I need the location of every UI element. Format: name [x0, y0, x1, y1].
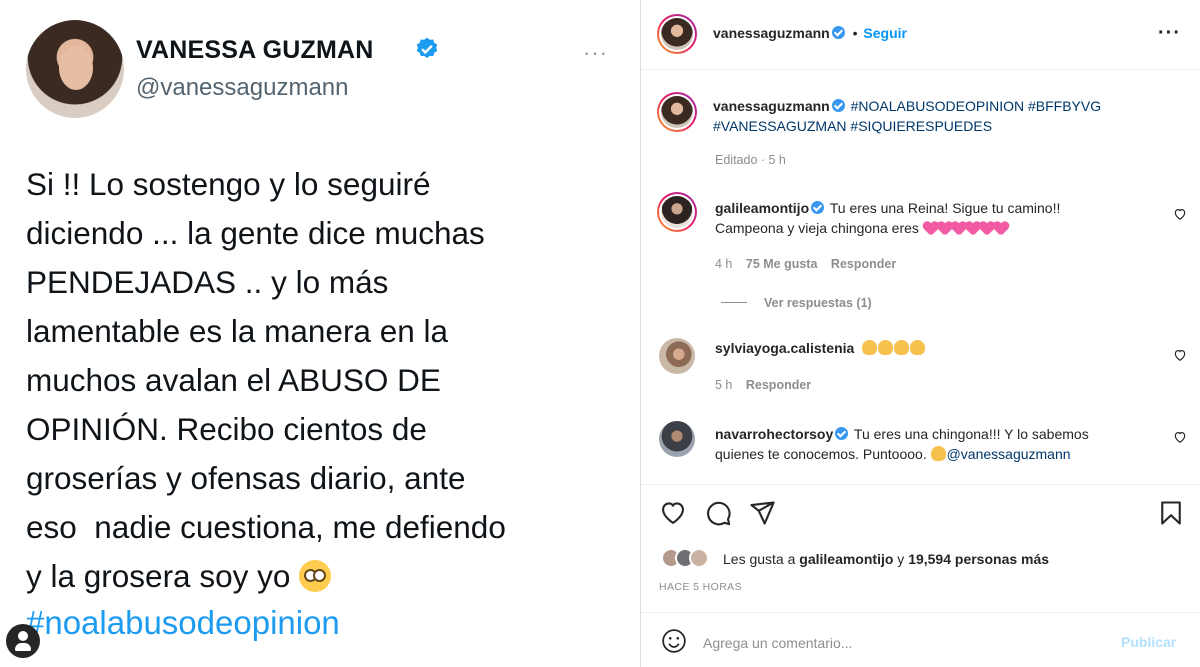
more-options-icon[interactable]: ···: [583, 40, 608, 66]
view-replies-button[interactable]: Ver respuestas (1): [764, 296, 872, 310]
comment-username[interactable]: sylviayoga.calistenia: [715, 340, 854, 356]
post-caption: vanessaguzmann #NOALABUSODEOPINION #BFFB…: [713, 96, 1153, 136]
comment-text-line1: Tu eres una Reina! Sigue tu camino!!: [829, 200, 1061, 216]
post-author-avatar[interactable]: [657, 14, 697, 54]
publish-button[interactable]: Publicar: [1121, 634, 1176, 650]
pink-hearts-emoji-icon: [923, 221, 1007, 241]
header-separator-dot: •: [852, 25, 858, 41]
avatar-image: [661, 18, 693, 50]
actions-divider: [641, 484, 1200, 485]
comment-body: sylviayoga.calistenia: [715, 338, 926, 358]
comment-avatar[interactable]: [657, 192, 697, 232]
verified-icon: [416, 37, 438, 58]
share-paper-plane-icon[interactable]: [748, 499, 776, 527]
comment-time: 4 h: [715, 257, 733, 271]
comment-body: galileamontijo Tu eres una Reina! Sigue …: [715, 198, 1115, 241]
verified-icon: [835, 427, 849, 440]
likes-user-link[interactable]: galileamontijo: [799, 551, 893, 567]
comment-username[interactable]: navarrohectorsoy: [715, 426, 833, 442]
liker-avatar: [689, 548, 709, 568]
like-comment-heart-icon[interactable]: [1173, 348, 1187, 362]
save-bookmark-icon[interactable]: [1157, 499, 1185, 527]
tweet-text: Si !! Lo sostengo y lo seguiré diciendo …: [26, 160, 626, 601]
likes-prefix: Les gusta a: [723, 551, 796, 567]
likes-connector: y: [897, 551, 905, 567]
comment-mention-link[interactable]: @vanessaguzmann: [947, 446, 1071, 462]
comment-meta: 5 h Responder: [715, 378, 811, 392]
clapping-hands-emoji-icon: [862, 340, 926, 356]
liker-avatars[interactable]: [661, 548, 713, 570]
more-options-icon[interactable]: ···: [1158, 22, 1181, 45]
comment-text-line2: Campeona y vieja chingona eres: [715, 220, 919, 236]
comment-text-line2: quienes te conocemos. Puntoooo.: [715, 446, 927, 462]
comment-body: navarrohectorsoy Tu eres una chingona!!!…: [715, 424, 1155, 464]
caption-hashtags-line1[interactable]: #NOALABUSODEOPINION #BFFBYVG: [851, 98, 1102, 114]
verified-icon: [831, 26, 845, 39]
post-header: vanessaguzmann • Seguir: [713, 25, 907, 41]
caption-username[interactable]: vanessaguzmann: [713, 98, 830, 114]
likes-others-link[interactable]: 19,594 personas más: [908, 551, 1049, 567]
like-comment-heart-icon[interactable]: [1173, 207, 1187, 221]
caption-author-avatar[interactable]: [657, 92, 697, 132]
comment-bubble-icon[interactable]: [704, 499, 732, 527]
tweet-hashtag-link[interactable]: #noalabusodeopinion: [26, 604, 340, 642]
avatar-image: [661, 96, 693, 128]
tweet-author-avatar[interactable]: [26, 20, 124, 118]
emoji-picker-icon[interactable]: [661, 628, 687, 654]
avatar-image: [661, 196, 693, 228]
reply-button[interactable]: Responder: [831, 257, 896, 271]
user-profile-icon[interactable]: [6, 624, 40, 658]
verified-icon: [811, 201, 825, 214]
comment-username[interactable]: galileamontijo: [715, 200, 809, 216]
avatar-face: [59, 46, 93, 90]
eye-roll-emoji-icon: [299, 560, 332, 592]
post-timestamp: HACE 5 HORAS: [659, 581, 742, 593]
clapping-hands-emoji-icon: [930, 446, 946, 461]
comment-avatar[interactable]: [659, 338, 695, 374]
reply-button[interactable]: Responder: [746, 378, 811, 392]
tweet-body-text: Si !! Lo sostengo y lo seguiré diciendo …: [26, 166, 506, 594]
comment-like-count[interactable]: 75 Me gusta: [746, 257, 818, 271]
header-divider: [641, 69, 1200, 70]
tweet-author-handle[interactable]: @vanessaguzmann: [136, 74, 348, 102]
replies-line: [721, 302, 747, 303]
like-comment-heart-icon[interactable]: [1173, 430, 1187, 444]
add-comment-input[interactable]: [703, 632, 1083, 654]
tweet-card: VANESSA GUZMAN @vanessaguzmann ··· Si !!…: [0, 0, 640, 667]
likes-summary: Les gusta a galileamontijo y 19,594 pers…: [723, 549, 1049, 569]
post-author-username[interactable]: vanessaguzmann: [713, 25, 830, 41]
instagram-post-panel: vanessaguzmann • Seguir ··· vanessaguzma…: [640, 0, 1200, 667]
follow-button[interactable]: Seguir: [863, 25, 907, 41]
comment-time: 5 h: [715, 378, 733, 392]
caption-hashtags-line2[interactable]: #VANESSAGUZMAN #SIQUIERESPUEDES: [713, 118, 992, 134]
like-heart-icon[interactable]: [659, 499, 687, 527]
tweet-author-name[interactable]: VANESSA GUZMAN: [136, 36, 374, 65]
comment-text-line1: Tu eres una chingona!!! Y lo sabemos: [853, 426, 1089, 442]
comment-avatar[interactable]: [659, 421, 695, 457]
comment-box-divider: [641, 612, 1200, 613]
comment-meta: 4 h 75 Me gusta Responder: [715, 257, 896, 271]
caption-meta: Editado · 5 h: [715, 153, 786, 167]
verified-icon: [831, 99, 845, 112]
